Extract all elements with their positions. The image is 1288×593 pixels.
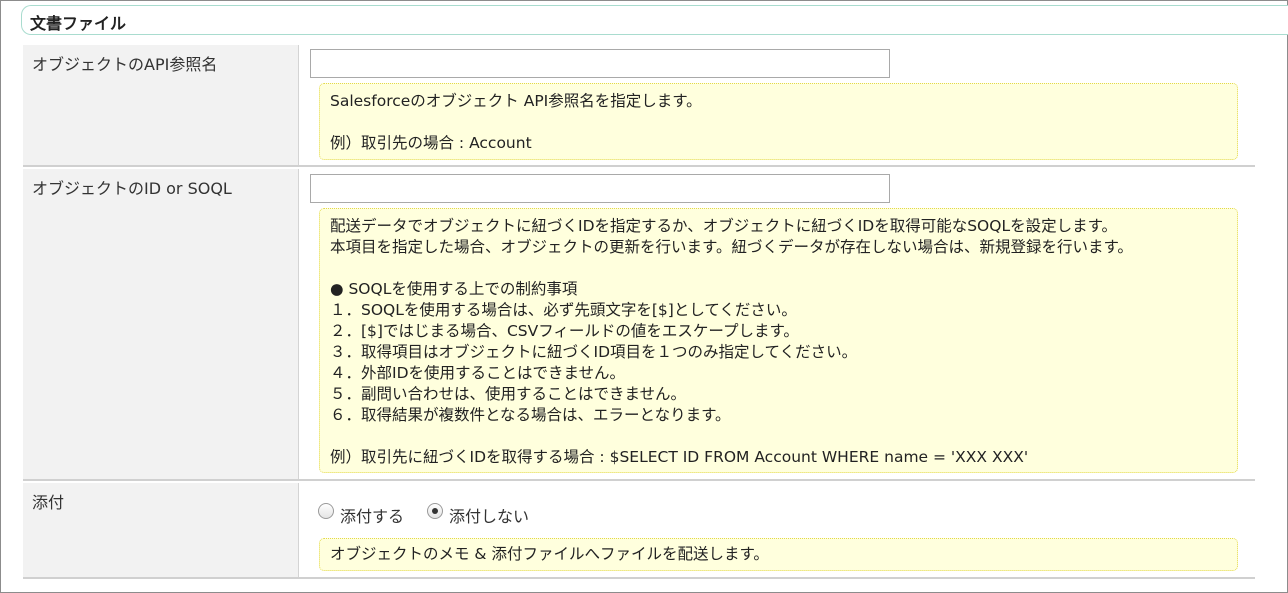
help-attach: オブジェクトのメモ & 添付ファイルへファイルを配送します。: [319, 538, 1238, 571]
section-title: 文書ファイル: [30, 14, 127, 33]
help-line: ６．取得結果が複数件となる場合は、エラーとなります。: [330, 406, 731, 424]
row-divider: [23, 577, 1255, 579]
help-line: [330, 258, 1227, 279]
row-divider: [23, 165, 1255, 167]
help-line: ５．副問い合わせは、使用することはできません。: [330, 385, 687, 403]
label-cell: オブジェクトのAPI参照名: [23, 45, 299, 165]
help-line: ● SOQLを使用する上での制約事項: [330, 280, 578, 298]
help-line: 本項目を指定した場合、オブジェクトの更新を行います。紐づくデータが存在しない場合…: [330, 238, 1133, 256]
field-label-id-soql: オブジェクトのID or SOQL: [32, 179, 232, 198]
help-line: ３．取得項目はオブジェクトに紐づくID項目を１つのみ指定してください。: [330, 343, 858, 361]
help-id-soql: 配送データでオブジェクトに紐づくIDを指定するか、オブジェクトに紐づくIDを取得…: [319, 208, 1238, 473]
id-soql-input[interactable]: [310, 174, 890, 203]
label-cell: オブジェクトのID or SOQL: [23, 169, 299, 479]
radio-label: 添付する: [340, 507, 405, 526]
api-name-input[interactable]: [310, 49, 890, 78]
help-line: １．SOQLを使用する場合は、必ず先頭文字を[$]としてください。: [330, 301, 797, 319]
help-line: 例）取引先に紐づくIDを取得する場合 : $SELECT ID FROM Acc…: [330, 448, 1029, 466]
help-line: [330, 426, 1227, 447]
help-line: ４．外部IDを使用することはできません。: [330, 364, 626, 382]
help-line: [330, 112, 1227, 133]
radio-button-icon[interactable]: [318, 503, 334, 519]
radio-dot-icon: [432, 508, 438, 514]
help-line: 配送データでオブジェクトに紐づくIDを指定するか、オブジェクトに紐づくIDを取得…: [330, 217, 1118, 235]
help-line: オブジェクトのメモ & 添付ファイルへファイルを配送します。: [330, 545, 769, 563]
section-header: 文書ファイル: [21, 5, 1288, 35]
field-label-attach: 添付: [32, 493, 65, 512]
radio-button-selected-icon[interactable]: [427, 503, 443, 519]
help-line: ２．[$]ではじまる場合、CSVフィールドの値をエスケープします。: [330, 322, 799, 340]
help-line: Salesforceのオブジェクト API参照名を指定します。: [330, 92, 702, 110]
row-divider: [23, 479, 1255, 481]
radio-label: 添付しない: [449, 507, 530, 526]
label-cell: 添付: [23, 483, 299, 577]
field-label-api-name: オブジェクトのAPI参照名: [32, 55, 218, 74]
document-file-panel: 文書ファイル オブジェクトのAPI参照名 Salesforceのオブジェクト A…: [0, 0, 1288, 593]
help-line: 例）取引先の場合 : Account: [330, 134, 532, 152]
help-api-name: Salesforceのオブジェクト API参照名を指定します。 例）取引先の場合…: [319, 83, 1238, 160]
